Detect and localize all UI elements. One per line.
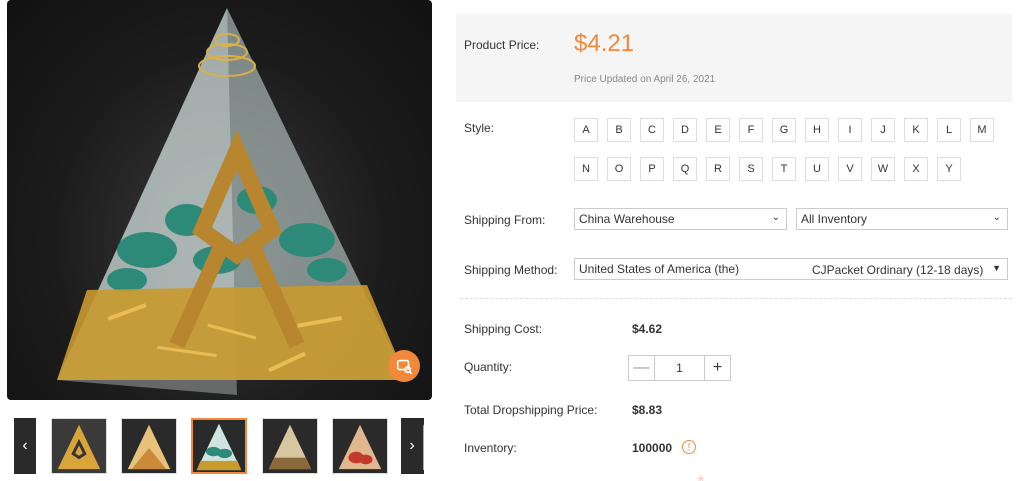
product-price-label: Product Price: — [464, 38, 540, 52]
style-option-b[interactable]: B — [607, 118, 631, 142]
pyramid-thumb-image — [193, 420, 245, 472]
pyramid-thumb-image — [122, 419, 176, 473]
thumbnail-active[interactable] — [191, 418, 247, 474]
style-option-g[interactable]: G — [772, 118, 796, 142]
style-option-y[interactable]: Y — [937, 157, 961, 181]
thumbnail[interactable] — [51, 418, 107, 474]
style-option-t[interactable]: T — [772, 157, 796, 181]
thumb-next-button[interactable]: › — [401, 418, 423, 474]
shipping-cost-value: $4.62 — [632, 322, 663, 336]
info-icon-glyph: ! — [687, 441, 691, 453]
product-price-value: $4.21 — [574, 30, 635, 57]
style-option-e[interactable]: E — [706, 118, 730, 142]
inventory-label: Inventory: — [464, 441, 517, 455]
info-icon[interactable]: ! — [682, 440, 696, 454]
inventory-value: 100000 — [632, 441, 673, 455]
style-option-s[interactable]: S — [739, 157, 763, 181]
chevron-left-icon: ‹ — [22, 437, 28, 454]
style-option-i[interactable]: I — [838, 118, 862, 142]
style-option-j[interactable]: J — [871, 118, 895, 142]
total-price-label: Total Dropshipping Price: — [464, 403, 598, 417]
thumbnail-strip: ‹ › — [14, 418, 424, 474]
chevron-right-icon: › — [409, 437, 415, 454]
minus-icon: — — [633, 359, 650, 376]
shipping-from-label: Shipping From: — [464, 213, 546, 227]
main-product-image[interactable] — [7, 0, 432, 400]
style-option-a[interactable]: A — [574, 118, 598, 142]
shipping-cost-label: Shipping Cost: — [464, 322, 543, 336]
style-option-n[interactable]: N — [574, 157, 598, 181]
style-option-p[interactable]: P — [640, 157, 664, 181]
quantity-input[interactable]: 1 — [655, 356, 704, 380]
style-option-u[interactable]: U — [805, 157, 829, 181]
image-search-button[interactable] — [388, 350, 420, 382]
shipping-method-label: Shipping Method: — [464, 263, 558, 277]
style-option-x[interactable]: X — [904, 157, 928, 181]
quantity-label: Quantity: — [464, 360, 513, 374]
thumbnail[interactable] — [332, 418, 388, 474]
style-option-o[interactable]: O — [607, 157, 631, 181]
image-search-icon — [396, 359, 413, 375]
thumb-prev-button[interactable]: ‹ — [14, 418, 36, 474]
pyramid-image — [57, 8, 407, 395]
warehouse-select-value: China Warehouse — [579, 212, 675, 226]
sparkle-icon: ✳ — [697, 474, 705, 481]
style-option-q[interactable]: Q — [673, 157, 697, 181]
inventory-select[interactable]: All Inventory ⌄ — [796, 208, 1008, 230]
chevron-down-icon: ⌄ — [992, 212, 1001, 223]
style-option-k[interactable]: K — [904, 118, 928, 142]
style-option-c[interactable]: C — [640, 118, 664, 142]
pyramid-thumb-image — [52, 419, 106, 473]
shipping-method-select[interactable]: United States of America (the) CJPacket … — [574, 258, 1008, 280]
quantity-increment-button[interactable]: + — [704, 356, 730, 380]
shipping-country-value: United States of America (the) — [579, 262, 740, 276]
quantity-stepper: — 1 + — [628, 355, 731, 381]
style-option-h[interactable]: H — [805, 118, 829, 142]
section-divider — [460, 298, 1012, 299]
style-option-w[interactable]: W — [871, 157, 895, 181]
style-option-l[interactable]: L — [937, 118, 961, 142]
shipping-method-value: CJPacket Ordinary (12-18 days) — [812, 263, 984, 277]
price-box: Product Price: $4.21 Price Updated on Ap… — [456, 14, 1012, 102]
style-option-f[interactable]: F — [739, 118, 763, 142]
quantity-decrement-button[interactable]: — — [629, 356, 655, 380]
inventory-select-value: All Inventory — [801, 212, 868, 226]
caret-down-icon: ▼ — [992, 263, 1001, 273]
style-option-v[interactable]: V — [838, 157, 862, 181]
pyramid-thumb-image — [263, 419, 317, 473]
style-label: Style: — [464, 121, 495, 135]
price-updated-text: Price Updated on April 26, 2021 — [574, 74, 716, 85]
total-price-value: $8.83 — [632, 403, 663, 417]
style-option-m[interactable]: M — [970, 118, 994, 142]
thumbnail[interactable] — [121, 418, 177, 474]
style-option-r[interactable]: R — [706, 157, 730, 181]
pyramid-thumb-image — [333, 419, 387, 473]
warehouse-select[interactable]: China Warehouse ⌄ — [574, 208, 787, 230]
chevron-down-icon: ⌄ — [771, 212, 780, 223]
thumbnail[interactable] — [262, 418, 318, 474]
plus-icon: + — [712, 359, 723, 376]
style-option-d[interactable]: D — [673, 118, 697, 142]
